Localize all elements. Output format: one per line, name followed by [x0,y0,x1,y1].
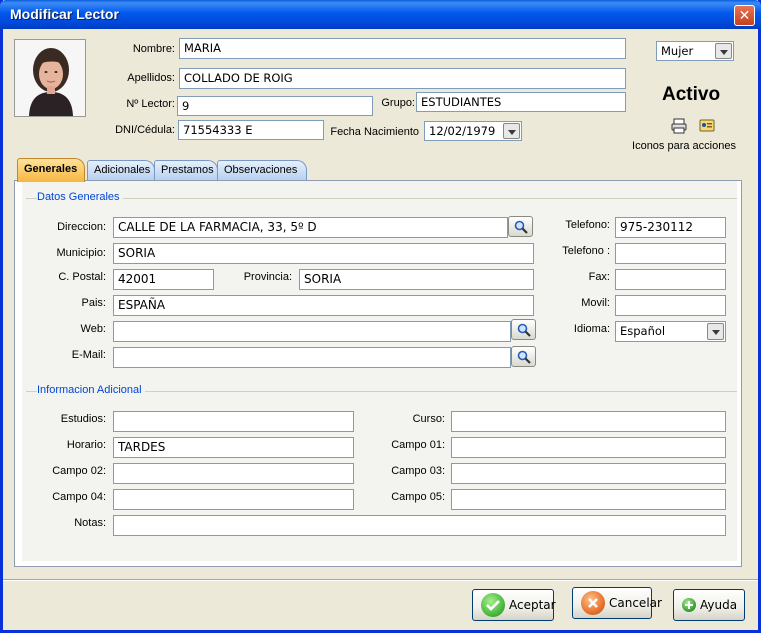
email-label: E-Mail: [71,349,106,361]
info-adicional-title: Informacion Adicional [37,384,145,396]
cancel-icon [581,591,605,615]
apellidos-label: Apellidos: [127,72,175,84]
provincia-label: Provincia: [243,271,292,283]
panel-content: Datos Generales Direccion: CALLE DE LA F… [22,181,737,561]
horario-input[interactable]: TARDES [113,437,354,458]
idioma-value: Español [620,324,666,338]
curso-label: Curso: [412,413,445,425]
telefono1-label: Telefono: [565,219,610,231]
horario-label: Horario: [66,439,106,451]
window: Modificar Lector ✕ Nombre: MARIA Apellid… [0,0,761,633]
direccion-label: Direccion: [57,221,106,233]
dialog-body: Nombre: MARIA Apellidos: COLLADO DE ROIG… [3,29,758,630]
estudios-input[interactable] [113,411,354,432]
portrait-image [15,40,85,116]
group-divider [26,198,737,199]
municipio-label: Municipio: [56,247,106,259]
dni-label: DNI/Cédula: [115,124,175,136]
aceptar-label: Aceptar [509,598,556,612]
campo02-input[interactable] [113,463,354,484]
cpostal-input[interactable]: 42001 [113,269,214,290]
chevron-down-icon[interactable] [707,323,724,340]
close-button[interactable]: ✕ [734,5,755,26]
dni-input[interactable]: 71554333 E [178,120,324,140]
campo01-input[interactable] [451,437,726,458]
tab-prestamos[interactable]: Prestamos [154,160,218,181]
nombre-label: Nombre: [132,43,175,55]
icons-caption: Iconos para acciones [632,140,736,152]
sexo-value: Mujer [661,44,694,58]
curso-input[interactable] [451,411,726,432]
estudios-label: Estudios: [60,413,106,425]
telefono1-input[interactable]: 975-230112 [615,217,726,238]
idioma-label: Idioma: [573,323,610,335]
campo03-input[interactable] [451,463,726,484]
aceptar-button[interactable]: Aceptar [472,589,556,621]
fecha-label: Fecha Nacimiento [330,126,419,138]
window-title: Modificar Lector [10,6,119,22]
chevron-down-icon[interactable] [715,43,732,59]
nlector-input[interactable]: 9 [177,96,373,116]
reader-photo[interactable] [14,39,86,117]
cancelar-button[interactable]: Cancelar [572,587,662,619]
campo02-label: Campo 02: [52,465,106,477]
fax-input[interactable] [615,269,726,290]
provincia-input[interactable]: SORIA [299,269,534,290]
id-card-icon[interactable] [699,117,715,133]
close-icon: ✕ [738,7,751,23]
apellidos-input[interactable]: COLLADO DE ROIG [179,68,626,89]
tab-observaciones[interactable]: Observaciones [217,160,307,181]
tab-adicionales[interactable]: Adicionales [87,160,155,181]
campo04-input[interactable] [113,489,354,510]
cancelar-label: Cancelar [609,596,662,610]
tab-panel-generales: Datos Generales Direccion: CALLE DE LA F… [14,180,742,567]
movil-input[interactable] [615,295,726,316]
email-search-button[interactable] [511,346,536,367]
help-plus-icon [682,598,696,612]
idioma-select[interactable]: Español [615,321,726,342]
fecha-picker[interactable]: 12/02/1979 [424,121,522,141]
direccion-search-button[interactable] [508,216,533,237]
notas-input[interactable] [113,515,726,536]
direccion-input[interactable]: CALLE DE LA FARMACIA, 33, 5º D [113,217,508,238]
check-icon [481,593,505,617]
movil-label: Movil: [581,297,610,309]
telefono2-label: Telefono : [562,245,610,257]
tab-generales[interactable]: Generales [17,158,85,182]
ayuda-label: Ayuda [700,598,738,612]
grupo-label: Grupo: [381,97,415,109]
ayuda-button[interactable]: Ayuda [673,589,745,621]
campo04-label: Campo 04: [52,491,106,503]
title-bar[interactable]: Modificar Lector ✕ [0,0,761,29]
chevron-down-icon[interactable] [503,123,520,139]
nlector-label: Nº Lector: [126,98,175,110]
campo03-label: Campo 03: [391,465,445,477]
fax-label: Fax: [588,271,610,283]
cpostal-label: C. Postal: [58,271,106,283]
web-label: Web: [80,323,106,335]
magnifier-icon [514,220,528,234]
email-input[interactable] [113,347,511,368]
notas-label: Notas: [74,517,106,529]
status-badge: Activo [662,84,721,105]
municipio-input[interactable]: SORIA [113,243,534,264]
magnifier-icon [517,350,531,364]
campo05-input[interactable] [451,489,726,510]
pais-label: Pais: [81,297,106,309]
campo01-label: Campo 01: [391,439,445,451]
fecha-value: 12/02/1979 [429,124,496,138]
sexo-select[interactable]: Mujer [656,41,734,61]
grupo-input[interactable]: ESTUDIANTES [416,92,626,112]
magnifier-icon [517,323,531,337]
nombre-input[interactable]: MARIA [179,38,626,59]
campo05-label: Campo 05: [391,491,445,503]
web-search-button[interactable] [511,319,536,340]
datos-generales-title: Datos Generales [37,191,123,203]
telefono2-input[interactable] [615,243,726,264]
print-icon[interactable] [671,118,687,134]
pais-input[interactable]: ESPAÑA [113,295,534,316]
footer-divider [3,579,758,581]
web-input[interactable] [113,321,511,342]
